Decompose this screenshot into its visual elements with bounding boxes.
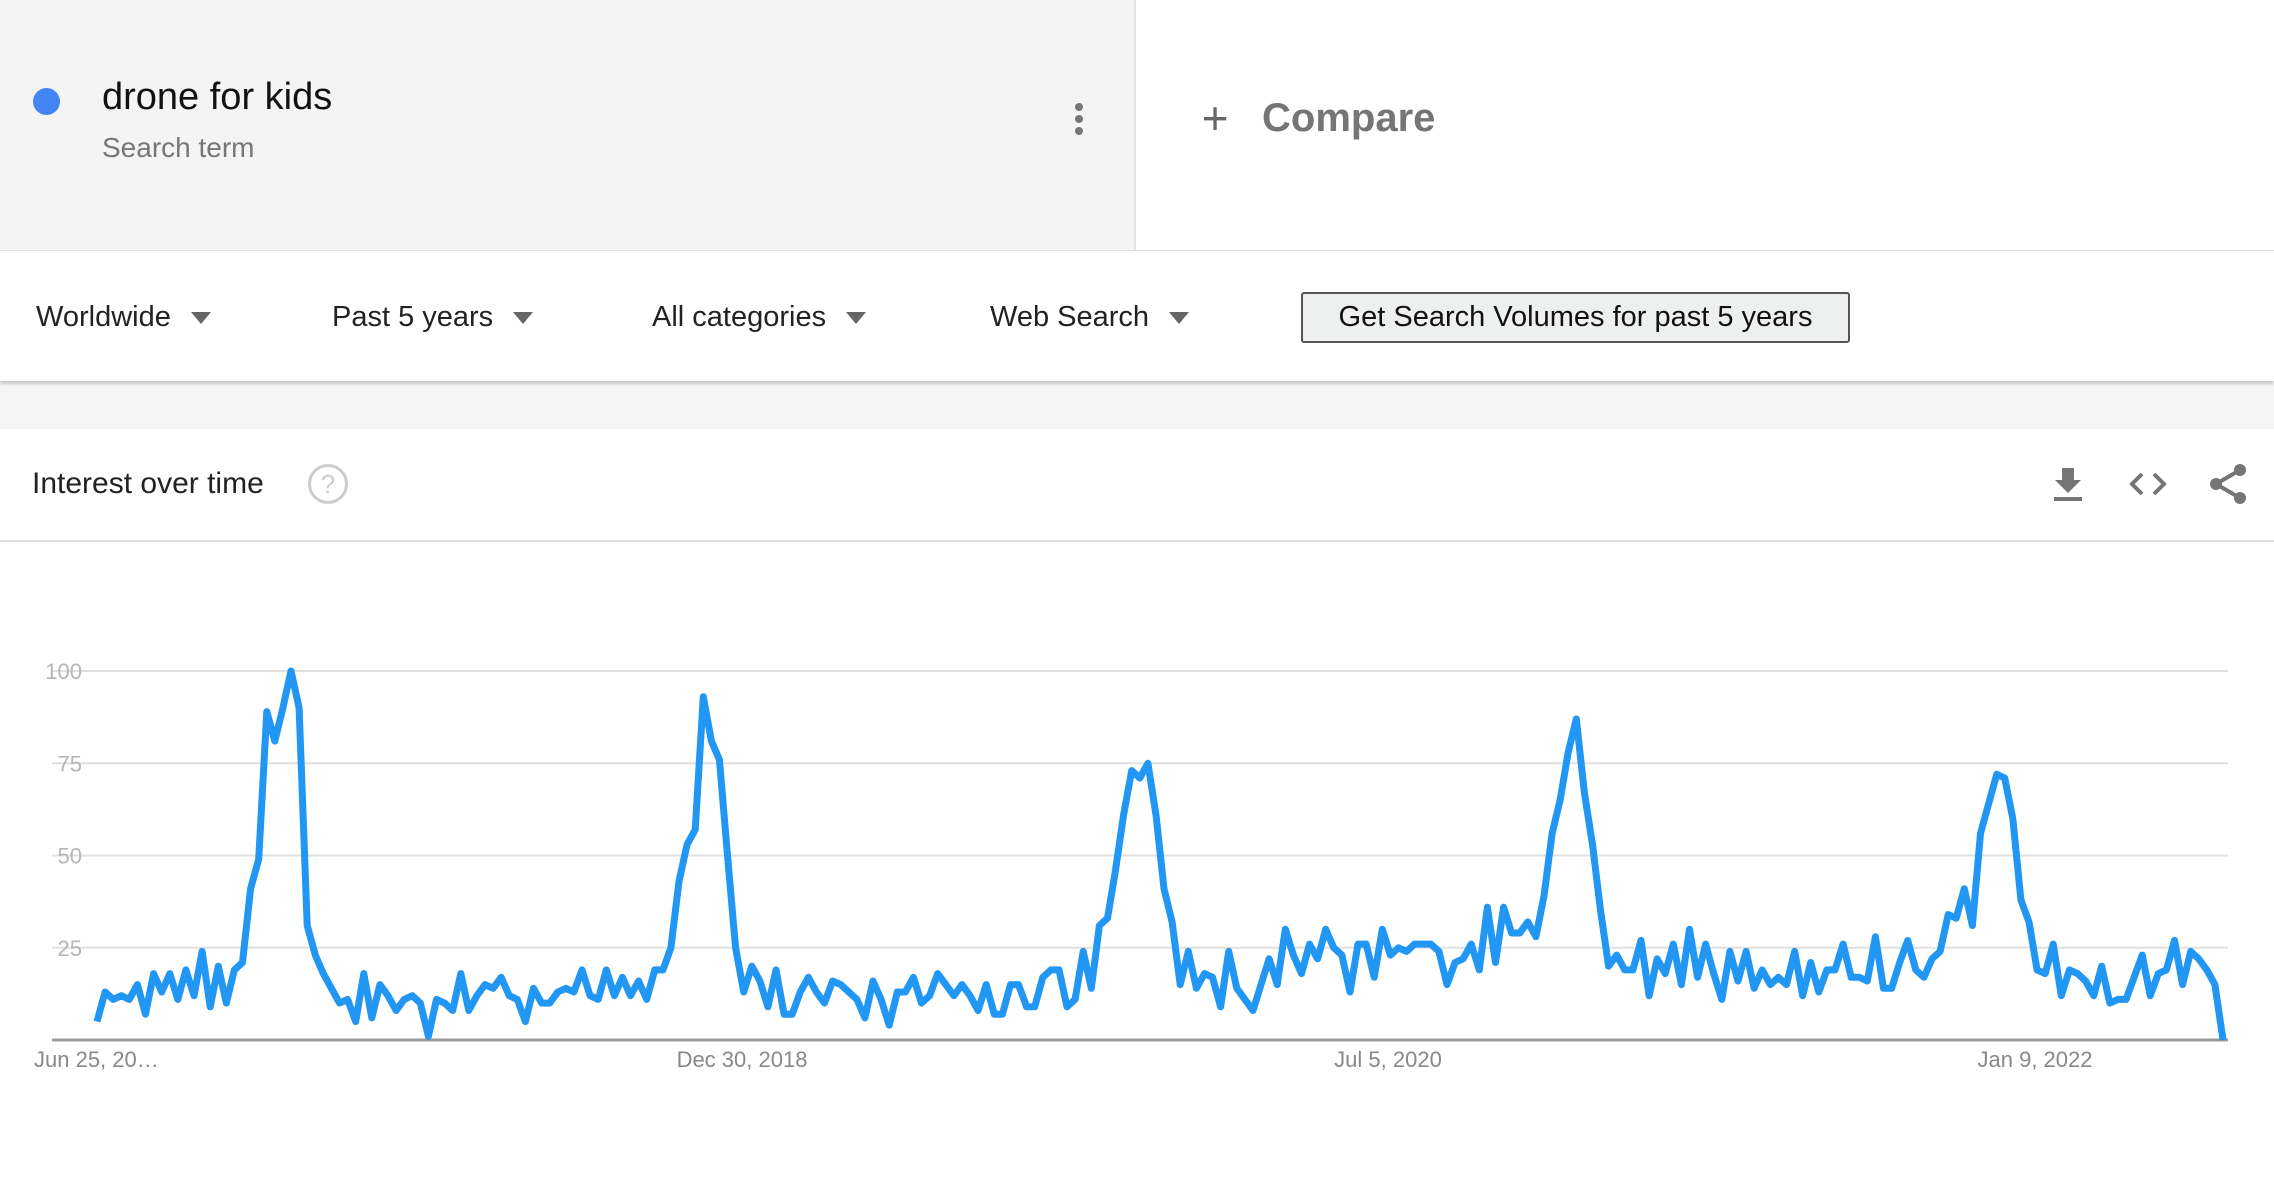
- search-type-label: Web Search: [990, 301, 1150, 333]
- download-icon[interactable]: [2046, 462, 2090, 506]
- share-icon[interactable]: [2206, 462, 2250, 506]
- filter-bar: Worldwide Past 5 years All categories We…: [0, 250, 2274, 381]
- y-tick-label: 75: [58, 751, 82, 776]
- search-term-type: Search term: [102, 132, 255, 163]
- plus-icon: +: [1201, 92, 1229, 144]
- y-tick-label: 50: [58, 844, 82, 869]
- region-dropdown[interactable]: Worldwide: [36, 301, 211, 334]
- search-term-label[interactable]: drone for kids: [102, 76, 332, 119]
- caret-down-icon: [846, 311, 867, 324]
- x-tick-label: Dec 30, 2018: [677, 1047, 808, 1072]
- time-range-dropdown[interactable]: Past 5 years: [332, 301, 534, 334]
- category-label: All categories: [652, 301, 827, 333]
- interest-over-time-chart: 25 50 75 100 Jun 25, 20… Dec 30, 2018 Jul 5, …: [34, 659, 2228, 1072]
- compare-button[interactable]: + Compare: [1190, 92, 1436, 144]
- time-range-label: Past 5 years: [332, 301, 494, 333]
- region-label: Worldwide: [36, 301, 171, 333]
- get-search-volumes-button[interactable]: Get Search Volumes for past 5 years: [1301, 292, 1850, 343]
- x-tick-label: Jul 5, 2020: [1334, 1047, 1442, 1072]
- card-divider: [0, 540, 2274, 542]
- caret-down-icon: [190, 311, 211, 324]
- more-vert-icon[interactable]: [1070, 103, 1088, 143]
- category-dropdown[interactable]: All categories: [652, 301, 867, 334]
- card-title: Interest over time: [32, 467, 264, 500]
- search-type-dropdown[interactable]: Web Search: [990, 301, 1190, 334]
- x-tick-label: Jan 9, 2022: [1978, 1047, 2093, 1072]
- y-tick-label: 100: [45, 659, 82, 684]
- compare-label: Compare: [1262, 95, 1436, 140]
- embed-code-icon[interactable]: [2126, 462, 2170, 506]
- term-color-dot: [33, 88, 60, 115]
- caret-down-icon: [513, 311, 534, 324]
- search-term-panel: drone for kids Search term: [0, 0, 1136, 250]
- x-tick-label: Jun 25, 20…: [34, 1047, 159, 1072]
- caret-down-icon: [1169, 311, 1190, 324]
- section-separator: [0, 381, 2274, 429]
- y-tick-label: 25: [58, 936, 82, 961]
- help-icon[interactable]: ?: [308, 464, 348, 504]
